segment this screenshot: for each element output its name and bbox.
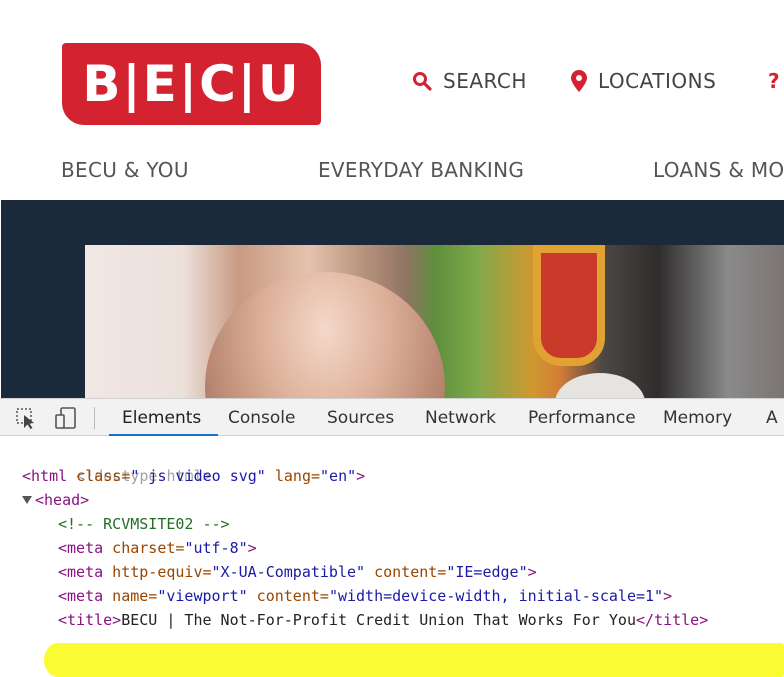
search-label: SEARCH xyxy=(443,69,527,93)
nav-becu-and-you[interactable]: BECU & YOU xyxy=(61,158,189,182)
tab-elements[interactable]: Elements xyxy=(108,399,219,436)
tab-performance[interactable]: Performance xyxy=(528,399,636,435)
hero-person-hair xyxy=(555,373,645,398)
hero-background-sign xyxy=(533,245,605,366)
attr-name: charset= xyxy=(103,539,185,557)
tab-console[interactable]: Console xyxy=(228,399,296,435)
toolbar-separator xyxy=(94,407,95,429)
nav-everyday-banking[interactable]: EVERYDAY BANKING xyxy=(318,158,524,182)
meta-tag: <meta xyxy=(58,563,104,581)
dom-node-doctype[interactable]: <!doctype html> xyxy=(22,440,211,485)
dom-node-title[interactable]: <title>BECU | The Not-For-Profit Credit … xyxy=(58,608,708,632)
tab-memory[interactable]: Memory xyxy=(663,399,732,435)
title-text: BECU | The Not-For-Profit Credit Union T… xyxy=(121,611,636,629)
dom-node-meta-charset[interactable]: <meta charset="utf-8"> xyxy=(58,536,257,560)
nav-loans[interactable]: LOANS & MO xyxy=(653,158,784,182)
attr-value: "width=device-width, initial-scale=1" xyxy=(328,587,664,605)
title-open-tag: <title> xyxy=(58,611,122,629)
tag-close: > xyxy=(356,467,366,485)
tab-overflow[interactable]: A xyxy=(766,399,778,435)
dom-node-comment[interactable]: <!-- RCVMSITE02 --> xyxy=(58,512,230,536)
becu-logo[interactable]: B|E|C|U xyxy=(62,43,321,125)
attr-value: " js video svg" xyxy=(130,467,266,485)
search-icon xyxy=(413,72,432,91)
attr-value: "utf-8" xyxy=(184,539,248,557)
comment-text: <!-- RCVMSITE02 --> xyxy=(58,515,230,533)
website-viewport: B|E|C|U SEARCH LOCATIONS ? BECU & YOU EV… xyxy=(0,0,784,398)
meta-tag: <meta xyxy=(58,587,104,605)
attr-name: content= xyxy=(365,563,447,581)
attr-value: "X-UA-Compatible" xyxy=(211,563,366,581)
locations-label: LOCATIONS xyxy=(598,69,717,93)
dom-tree: <!doctype html> <html class=" js video s… xyxy=(0,436,784,677)
tab-sources[interactable]: Sources xyxy=(327,399,394,435)
head-tag: <head> xyxy=(35,491,90,509)
search-link[interactable]: SEARCH xyxy=(412,69,527,93)
meta-tag: <meta xyxy=(58,539,104,557)
help-link[interactable]: ? xyxy=(768,69,780,93)
inspect-element-icon[interactable] xyxy=(14,406,38,430)
attr-name: name= xyxy=(103,587,158,605)
devtools-panel: Elements Console Sources Network Perform… xyxy=(0,398,784,677)
tab-network[interactable]: Network xyxy=(425,399,496,435)
help-icon: ? xyxy=(768,69,781,93)
dom-node-meta-viewport[interactable]: <meta name="viewport" content="width=dev… xyxy=(58,584,672,608)
hero-photo xyxy=(85,245,784,398)
tag-close: > xyxy=(247,539,257,557)
dom-node-meta-compat[interactable]: <meta http-equiv="X-UA-Compatible" conte… xyxy=(58,560,537,584)
attr-name: content= xyxy=(247,587,329,605)
attr-name: http-equiv= xyxy=(103,563,212,581)
location-pin-icon xyxy=(571,70,587,92)
tag-close: > xyxy=(663,587,673,605)
attr-value: "viewport" xyxy=(157,587,248,605)
hero-person-head xyxy=(205,272,445,398)
dom-node-head[interactable]: <head> xyxy=(22,488,89,512)
tag-close: > xyxy=(527,563,537,581)
dom-node-html[interactable]: <html class=" js video svg" lang="en"> xyxy=(22,464,365,488)
device-emulation-icon[interactable] xyxy=(54,406,78,430)
html-tag: <html xyxy=(22,467,68,485)
attr-value: "IE=edge" xyxy=(446,563,528,581)
attr-value: "en" xyxy=(320,467,357,485)
attr-name: lang= xyxy=(265,467,321,485)
title-highlight xyxy=(44,643,784,677)
attr-name: class= xyxy=(67,467,131,485)
logo-text: B|E|C|U xyxy=(82,55,301,113)
expand-arrow-icon[interactable] xyxy=(22,496,32,504)
locations-link[interactable]: LOCATIONS xyxy=(571,69,716,93)
title-close-tag: </title> xyxy=(635,611,709,629)
devtools-toolbar: Elements Console Sources Network Perform… xyxy=(0,398,784,436)
